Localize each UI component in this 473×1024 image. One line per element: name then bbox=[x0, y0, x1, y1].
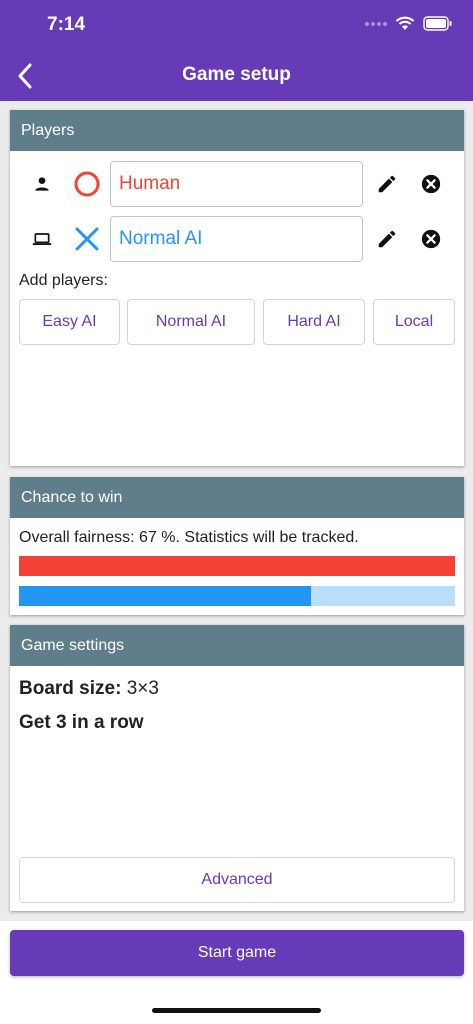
status-time: 7:14 bbox=[47, 14, 86, 35]
remove-player-icon[interactable] bbox=[420, 173, 442, 195]
chance-card: Chance to win Overall fairness: 67 %. St… bbox=[10, 477, 464, 615]
cross-mark-icon bbox=[75, 227, 99, 251]
win-rule: Get 3 in a row bbox=[19, 712, 144, 734]
person-icon bbox=[35, 177, 49, 191]
wifi-icon bbox=[395, 16, 415, 30]
add-local-button[interactable]: Local bbox=[373, 299, 455, 345]
player2-chance-track bbox=[19, 586, 455, 606]
player-row bbox=[10, 216, 464, 262]
start-game-button[interactable]: Start game bbox=[10, 930, 464, 976]
add-hard-ai-button[interactable]: Hard AI bbox=[263, 299, 365, 345]
board-size-value: 3×3 bbox=[126, 678, 159, 699]
win-rule-text: Get 3 in a row bbox=[19, 712, 144, 733]
battery-icon bbox=[423, 16, 452, 31]
advanced-button[interactable]: Advanced bbox=[19, 857, 455, 903]
board-size: Board size: 3×3 bbox=[19, 678, 159, 700]
bottom-bar: Start game bbox=[0, 921, 473, 1024]
edit-icon[interactable] bbox=[376, 228, 398, 250]
add-easy-ai-button[interactable]: Easy AI bbox=[19, 299, 120, 345]
edit-icon[interactable] bbox=[376, 173, 398, 195]
signal-icon bbox=[365, 21, 387, 26]
remove-player-icon[interactable] bbox=[420, 228, 442, 250]
players-card: Players Human Normal AI Add players: Eas… bbox=[10, 110, 464, 466]
board-size-label: Board size: bbox=[19, 678, 122, 699]
player-row bbox=[10, 161, 464, 207]
laptop-icon bbox=[32, 233, 52, 245]
add-normal-ai-button[interactable]: Normal AI bbox=[127, 299, 255, 345]
players-card-body: Add players: Easy AI Normal AI Hard AI L… bbox=[10, 151, 464, 466]
player2-chance-bar bbox=[19, 586, 312, 606]
circle-mark-icon bbox=[74, 171, 100, 197]
app-bar: 7:14 Game setup bbox=[0, 0, 473, 101]
players-card-title: Players bbox=[10, 110, 464, 151]
settings-card-title: Game settings bbox=[10, 625, 464, 666]
player1-chance-bar bbox=[19, 556, 455, 576]
home-indicator bbox=[152, 1008, 321, 1013]
fairness-text: Overall fairness: 67 %. Statistics will … bbox=[19, 529, 359, 546]
player-name-input[interactable] bbox=[110, 161, 363, 207]
add-players-label: Add players: bbox=[19, 272, 108, 289]
status-icons bbox=[365, 16, 453, 31]
player-name-input[interactable] bbox=[110, 216, 363, 262]
page-title: Game setup bbox=[182, 64, 291, 85]
chance-card-title: Chance to win bbox=[10, 477, 464, 518]
settings-card: Game settings Board size: 3×3 Get 3 in a… bbox=[10, 625, 464, 911]
